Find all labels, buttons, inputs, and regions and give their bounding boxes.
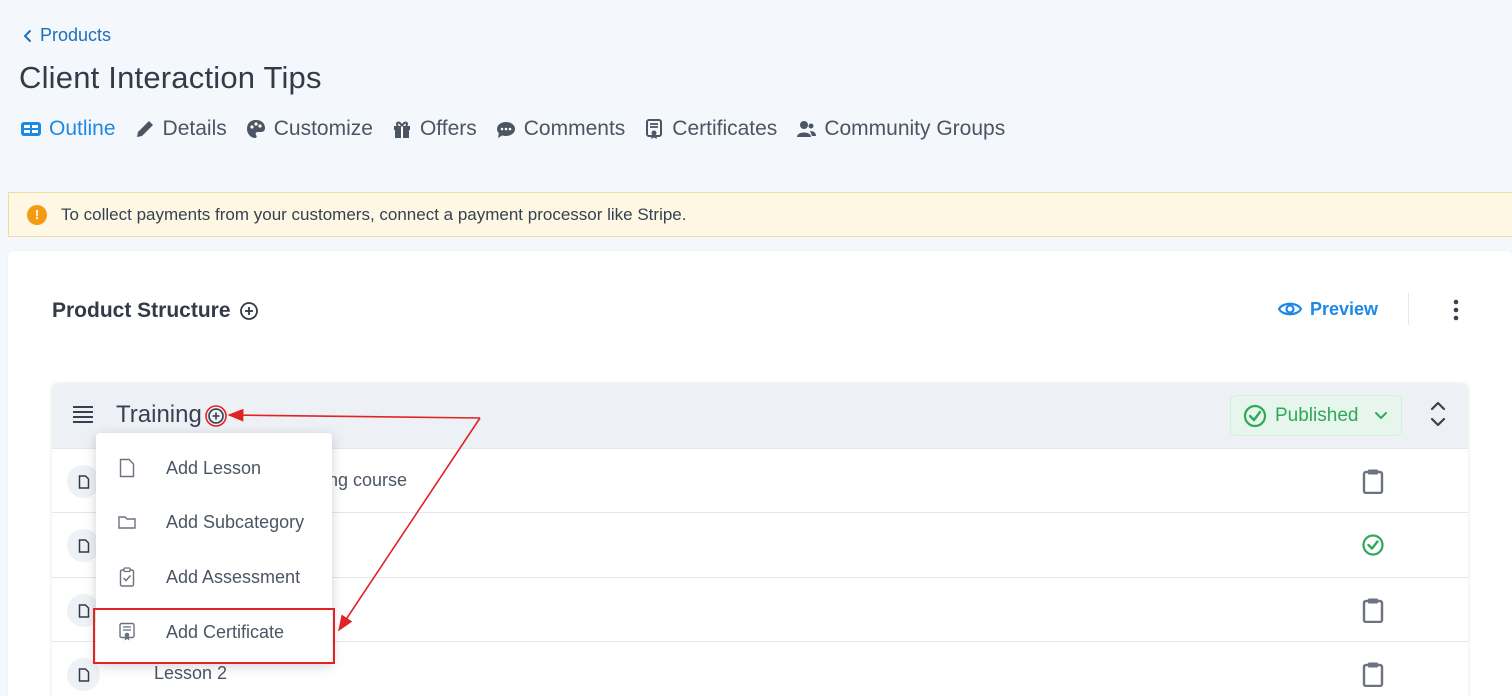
pencil-icon (136, 121, 153, 137)
clipboard-icon (1362, 598, 1384, 623)
add-circle-icon[interactable] (239, 301, 259, 321)
menu-item-label: Add Assessment (166, 566, 301, 587)
tab-community-groups[interactable]: Community Groups (795, 117, 1005, 141)
back-to-products-link[interactable]: Products (22, 25, 111, 46)
tab-bar: Outline Details Customize Offers Comment… (20, 114, 1023, 144)
menu-item-label: Add Certificate (166, 621, 285, 642)
comment-icon (496, 122, 515, 138)
tab-outline[interactable]: Outline (20, 117, 116, 141)
gift-icon (393, 121, 410, 138)
clipboard-icon (1362, 662, 1384, 687)
tab-details[interactable]: Details (134, 117, 227, 141)
file-icon (119, 458, 135, 478)
divider (1408, 293, 1409, 325)
tab-label: Customize (273, 117, 373, 140)
payment-alert: ! To collect payments from your customer… (8, 192, 1512, 237)
add-content-menu: Add Lesson Add Subcategory Add Assessmen… (96, 433, 332, 663)
back-link-label: Products (40, 25, 112, 45)
more-options-icon[interactable] (1446, 297, 1466, 323)
drag-handle-icon[interactable] (72, 405, 94, 423)
tab-comments[interactable]: Comments (495, 117, 626, 141)
menu-item-label: Add Subcategory (166, 511, 305, 532)
alert-text: To collect payments from your customers,… (61, 204, 687, 224)
tab-certificates[interactable]: Certificates (643, 117, 777, 141)
outline-icon (21, 122, 41, 136)
chevron-down-icon (1375, 411, 1388, 419)
preview-button[interactable]: Preview (1278, 297, 1378, 321)
structure-title-text: Product Structure (52, 299, 231, 322)
certificate-icon (119, 622, 135, 641)
expand-collapse-icon[interactable] (1428, 399, 1448, 429)
check-circle-icon (1243, 404, 1267, 427)
add-to-category-icon[interactable] (205, 405, 227, 427)
folder-icon (118, 516, 136, 529)
palette-icon (246, 120, 265, 138)
preview-label: Preview (1310, 298, 1379, 319)
check-circle-icon (1362, 534, 1384, 556)
clipboard-icon (1362, 469, 1384, 494)
menu-item-add-subcategory[interactable]: Add Subcategory (96, 497, 332, 547)
chevron-left-icon (24, 29, 31, 42)
tab-label: Community Groups (824, 117, 1006, 140)
tab-label: Certificates (672, 117, 778, 140)
lesson-title: Lesson 2 (154, 663, 228, 683)
eye-icon (1278, 302, 1302, 316)
warning-icon: ! (27, 204, 47, 225)
tab-label: Outline (49, 117, 116, 140)
status-dropdown[interactable]: Published (1230, 395, 1402, 436)
certificate-icon (646, 119, 663, 139)
product-structure-heading: Product Structure (52, 299, 259, 323)
menu-item-label: Add Lesson (166, 457, 262, 478)
tab-label: Details (162, 117, 227, 140)
tab-label: Offers (419, 117, 477, 140)
page: Products Client Interaction Tips Outline… (0, 0, 1512, 696)
clipboard-check-icon (119, 567, 135, 587)
users-icon (797, 121, 817, 137)
file-icon (67, 658, 100, 691)
status-label: Published (1275, 404, 1359, 426)
tab-customize[interactable]: Customize (245, 117, 373, 141)
tab-offers[interactable]: Offers (391, 117, 477, 141)
page-title: Client Interaction Tips (19, 60, 322, 95)
tab-label: Comments (523, 117, 626, 140)
lesson-title: ing course (324, 470, 408, 490)
menu-item-add-lesson[interactable]: Add Lesson (96, 443, 332, 493)
menu-item-add-certificate[interactable]: Add Certificate (96, 607, 332, 657)
menu-item-add-assessment[interactable]: Add Assessment (96, 552, 332, 602)
category-title: Training (116, 401, 202, 428)
